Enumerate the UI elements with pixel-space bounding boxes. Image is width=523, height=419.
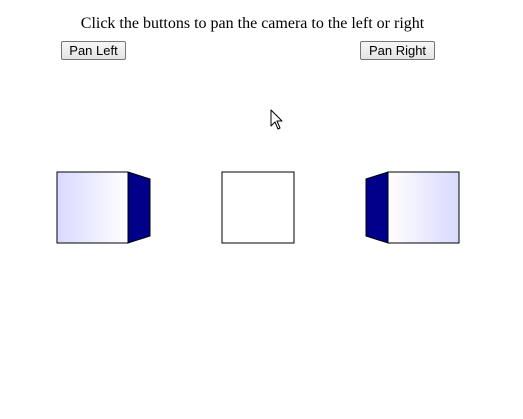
arrow-cursor-icon xyxy=(270,109,283,130)
center-cube xyxy=(221,171,295,244)
left-cube xyxy=(56,171,151,244)
right-cube xyxy=(365,171,460,244)
3d-scene-canvas xyxy=(56,171,460,244)
